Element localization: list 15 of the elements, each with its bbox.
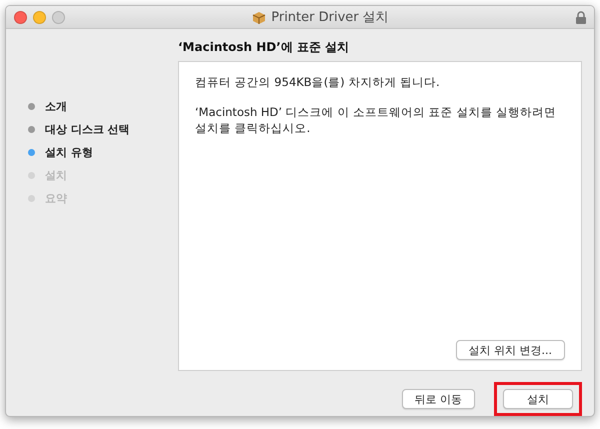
info-text: ‘Macintosh HD’ 디스크에 이 소프트웨어의 표준 설치를 실행하려면 설치를 클릭하십시오.: [195, 104, 558, 136]
lock-icon: [576, 10, 586, 24]
footer-button[interactable]: 뒤로 이동: [402, 389, 475, 409]
footer-button[interactable]: 설치: [503, 388, 573, 408]
section-heading: ‘Macintosh HD’에 표준 설치: [178, 39, 350, 56]
minimize-button[interactable]: [33, 10, 46, 24]
zoom-button[interactable]: [52, 10, 65, 24]
step-label: 대상 디스크 선택: [45, 122, 130, 137]
close-button[interactable]: [14, 10, 27, 24]
window-title: Printer Driver 설치: [271, 9, 389, 26]
step-label: 소개: [45, 99, 67, 114]
step-label: 설치 유형: [45, 145, 93, 160]
package-icon: [252, 10, 266, 24]
info-text: 컴퓨터 공간의 954KB을(를) 차지하게 됩니다.: [195, 74, 441, 90]
change-location-button[interactable]: 설치 위치 변경...: [456, 340, 565, 360]
